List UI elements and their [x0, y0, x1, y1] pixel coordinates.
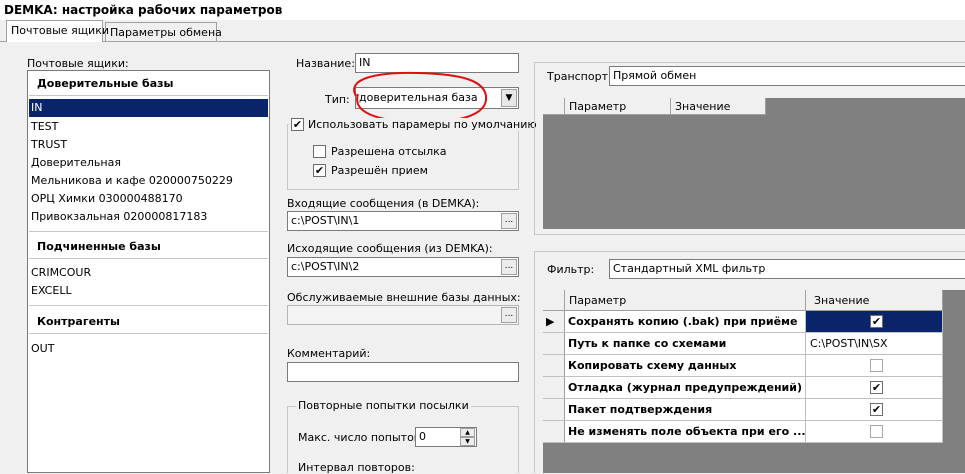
table-row[interactable]: Пакет подтверждения [565, 399, 806, 421]
grid-corner [543, 290, 565, 311]
table-row[interactable]: Копировать схему данных [565, 355, 806, 377]
tab-strip: Почтовые ящики Параметры обмена [0, 20, 965, 42]
group-header-trusted: Доверительные базы [37, 77, 174, 90]
mailbox-list[interactable]: Доверительные базы IN TEST TRUST Доверит… [27, 70, 270, 473]
table-row[interactable]: Сохранять копию (.bak) при приёме [565, 311, 806, 333]
table-row[interactable]: Отладка (журнал предупреждений) [565, 377, 806, 399]
allow-send-label: Разрешена отсылка [331, 145, 447, 158]
allow-receive-row[interactable]: ✔ Разрешён прием [313, 164, 428, 177]
external-dbs-label: Обслуживаемые внешние базы данных: [287, 291, 521, 304]
row-indicator [543, 333, 565, 355]
row-indicator [543, 355, 565, 377]
filter-params-grid: Параметр Значение ▶ Сохранять копию (.ba… [543, 290, 965, 473]
allow-send-checkbox[interactable] [313, 145, 326, 158]
incoming-label: Входящие сообщения (в DEMKA): [287, 197, 480, 210]
max-attempts-label: Макс. число попыток: [298, 431, 425, 444]
column-header-value[interactable]: Значение [671, 98, 766, 115]
mailboxes-label: Почтовые ящики: [27, 57, 129, 70]
max-attempts-value: 0 [419, 430, 426, 443]
column-header-value[interactable]: Значение [806, 290, 943, 311]
comment-input[interactable] [287, 362, 519, 382]
grid-corner [543, 98, 565, 115]
list-item[interactable]: OUT [31, 340, 54, 358]
tab-panel-border [0, 41, 965, 42]
allow-receive-label: Разрешён прием [331, 164, 428, 177]
list-item[interactable]: Привокзальная 020000817183 [31, 208, 207, 226]
dropdown-arrow-icon[interactable]: ▼ [501, 89, 517, 107]
group-separator [29, 333, 268, 334]
column-header-param[interactable]: Параметр [565, 290, 806, 311]
filter-select[interactable]: Стандартный XML фильтр [609, 259, 965, 279]
table-row[interactable]: ✔ [806, 399, 943, 421]
row-indicator [543, 399, 565, 421]
table-row[interactable] [806, 421, 943, 443]
list-item[interactable]: TRUST [31, 136, 67, 154]
row-indicator [543, 377, 565, 399]
row-checkbox[interactable]: ✔ [870, 315, 883, 328]
group-header-subordinate: Подчиненные базы [37, 240, 161, 253]
tab-exchange-params[interactable]: Параметры обмена [105, 22, 222, 42]
list-item[interactable]: CRIMCOUR [31, 264, 91, 282]
row-checkbox[interactable] [870, 359, 883, 372]
transport-label: Транспорт: [547, 70, 612, 83]
transport-select[interactable]: Прямой обмен [609, 66, 965, 86]
table-row[interactable]: Путь к папке со схемами [565, 333, 806, 355]
list-item[interactable]: Мельникова и кафе 020000750229 [31, 172, 233, 190]
outgoing-path-value: c:\POST\IN\2 [291, 260, 360, 273]
table-row[interactable] [806, 355, 943, 377]
external-dbs-input: ... [287, 305, 519, 325]
outgoing-path-input[interactable]: c:\POST\IN\2 ... [287, 257, 519, 277]
incoming-path-value: c:\POST\IN\1 [291, 214, 360, 227]
row-checkbox[interactable] [870, 425, 883, 438]
group-separator [29, 95, 268, 96]
table-row[interactable]: ✔ [806, 377, 943, 399]
table-row[interactable]: C:\POST\IN\SX [806, 333, 943, 355]
table-row[interactable]: ✔ [806, 311, 943, 333]
row-checkbox[interactable]: ✔ [870, 381, 883, 394]
group-separator [29, 231, 268, 232]
window-title: DEMKA: настройка рабочих параметров [0, 0, 965, 20]
table-row[interactable]: Не изменять поле объекта при его ... [565, 421, 806, 443]
browse-outgoing-button[interactable]: ... [501, 259, 517, 275]
group-separator [29, 305, 268, 306]
group-separator [29, 258, 268, 259]
transport-params-grid: Параметр Значение [543, 98, 965, 229]
column-header-param[interactable]: Параметр [565, 98, 671, 115]
row-checkbox[interactable]: ✔ [870, 403, 883, 416]
use-defaults-label: Использовать парамеры по умолчанию [308, 118, 537, 131]
incoming-path-input[interactable]: c:\POST\IN\1 ... [287, 211, 519, 231]
allow-send-row[interactable]: Разрешена отсылка [313, 145, 447, 158]
list-item[interactable]: ОРЦ Химки 030000488170 [31, 190, 183, 208]
max-attempts-spinner[interactable]: 0 ▲ ▼ [415, 427, 477, 447]
use-defaults-row[interactable]: ✔ Использовать парамеры по умолчанию [289, 118, 539, 131]
interval-label: Интервал повторов: [298, 461, 415, 474]
row-current-indicator: ▶ [543, 311, 565, 333]
row-indicator [543, 421, 565, 443]
filter-label: Фильтр: [547, 263, 595, 276]
browse-incoming-button[interactable]: ... [501, 213, 517, 229]
tab-mailboxes[interactable]: Почтовые ящики [6, 20, 109, 42]
outgoing-label: Исходящие сообщения (из DEMKA): [287, 242, 493, 255]
list-item[interactable]: EXCELL [31, 282, 72, 300]
browse-external-button: ... [501, 307, 517, 323]
comment-label: Комментарий: [287, 347, 371, 360]
list-item[interactable]: IN [29, 99, 268, 117]
retries-group-title: Повторные попытки посылки [296, 399, 471, 412]
group-header-counterparties: Контрагенты [37, 315, 120, 328]
allow-receive-checkbox[interactable]: ✔ [313, 164, 326, 177]
spin-down-icon[interactable]: ▼ [460, 437, 475, 446]
list-item[interactable]: Доверительная [31, 154, 121, 172]
use-defaults-checkbox[interactable]: ✔ [291, 118, 304, 131]
list-item[interactable]: TEST [31, 118, 58, 136]
spin-up-icon[interactable]: ▲ [460, 428, 475, 437]
